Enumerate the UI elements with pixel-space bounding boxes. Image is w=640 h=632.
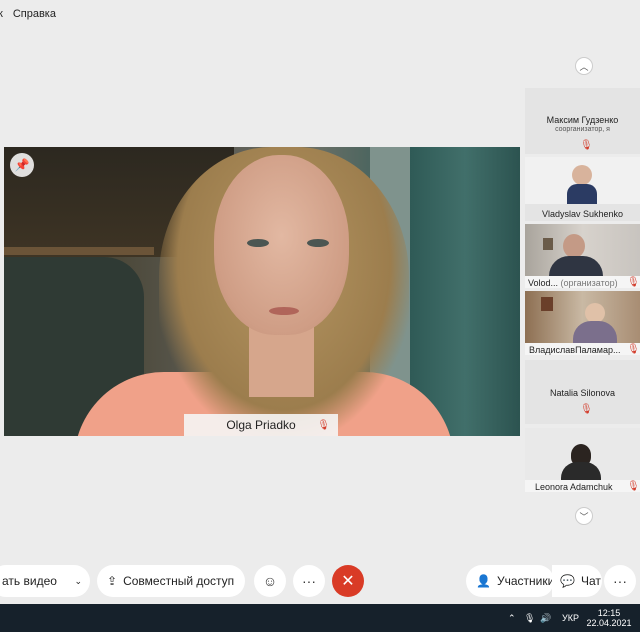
main-video-name-tag: Olga Priadko 🎙 bbox=[184, 414, 338, 436]
avatar bbox=[573, 321, 617, 343]
share-button[interactable]: ⇪ Совместный доступ bbox=[97, 565, 245, 597]
video-background bbox=[541, 297, 553, 311]
avatar bbox=[567, 184, 597, 204]
mic-muted-icon: 🎙 bbox=[627, 277, 640, 288]
participant-tile[interactable]: Volod... (организатор) 🎙 bbox=[525, 224, 640, 288]
smile-icon: ☺ bbox=[262, 573, 278, 589]
participant-role: (организатор) bbox=[560, 278, 618, 288]
options-button[interactable]: ··· bbox=[604, 565, 636, 597]
avatar bbox=[549, 256, 603, 278]
menu-item-partial[interactable]: к bbox=[0, 8, 3, 20]
pin-icon[interactable]: 📌 bbox=[10, 153, 34, 177]
language-indicator[interactable]: УКР bbox=[562, 604, 579, 632]
chat-icon: 💬 bbox=[560, 574, 575, 588]
participants-button[interactable]: 👤 Участники bbox=[466, 565, 554, 597]
video-button-label: ать видео bbox=[2, 574, 57, 588]
close-icon: ✕ bbox=[341, 573, 355, 590]
avatar bbox=[561, 462, 601, 480]
avatar bbox=[585, 303, 605, 323]
share-button-label: Совместный доступ bbox=[123, 574, 235, 588]
chevron-up-icon[interactable]: ⌃ bbox=[508, 604, 516, 632]
clock-date: 22.04.2021 bbox=[586, 618, 632, 628]
main-video-name: Olga Priadko bbox=[226, 418, 296, 432]
chat-button[interactable]: 💬 Чат bbox=[552, 565, 602, 597]
clock-time: 12:15 bbox=[597, 608, 621, 618]
participant-tile[interactable]: Vladyslav Sukhenko bbox=[525, 157, 640, 221]
video-background bbox=[543, 238, 553, 250]
video-button[interactable]: ать видео ⌄ bbox=[0, 565, 90, 597]
more-button[interactable]: ··· bbox=[293, 565, 325, 597]
hangup-button[interactable]: ✕ bbox=[332, 565, 364, 597]
scroll-up-icon[interactable]: ︿ bbox=[575, 57, 593, 75]
participant-tile[interactable]: Максим Гудзенко соорганизатор, я 🎙 bbox=[525, 88, 640, 154]
participant-name: Leonora Adamchuk bbox=[535, 482, 613, 492]
video-background bbox=[410, 147, 520, 436]
menu-item-help[interactable]: Справка bbox=[13, 8, 56, 20]
chevron-down-icon[interactable]: ⌄ bbox=[74, 576, 82, 587]
video-person bbox=[247, 239, 269, 247]
clock[interactable]: 12:15 22.04.2021 bbox=[586, 604, 632, 632]
participant-name-text: Volod... bbox=[528, 278, 559, 288]
participant-name: Volod... (организатор) bbox=[528, 278, 640, 288]
avatar bbox=[572, 165, 592, 185]
video-person bbox=[307, 239, 329, 247]
participant-tile[interactable]: ВладиславПаламар... 🎙 bbox=[525, 291, 640, 355]
reactions-button[interactable]: ☺ bbox=[254, 565, 286, 597]
mic-muted-icon: 🎙 bbox=[627, 344, 640, 355]
people-icon: 👤 bbox=[476, 574, 491, 588]
avatar bbox=[563, 234, 585, 258]
main-video[interactable] bbox=[4, 147, 520, 436]
participant-role: соорганизатор, я bbox=[555, 126, 610, 133]
more-icon: ··· bbox=[613, 573, 627, 589]
participants-button-label: Участники bbox=[496, 574, 555, 588]
participant-tile[interactable]: Natalia Silonova 🎙 bbox=[525, 360, 640, 424]
video-person bbox=[269, 307, 299, 315]
mic-muted-icon: 🎙 bbox=[580, 140, 593, 151]
participant-name: Natalia Silonova bbox=[549, 388, 616, 398]
share-icon: ⇪ bbox=[107, 574, 118, 588]
participant-name: Vladyslav Sukhenko bbox=[541, 209, 624, 219]
participant-tile[interactable]: Leonora Adamchuk 🎙 bbox=[525, 428, 640, 492]
scroll-down-icon[interactable]: ﹀ bbox=[575, 507, 593, 525]
participant-name: ВладиславПаламар... bbox=[529, 345, 621, 355]
more-icon: ··· bbox=[302, 573, 316, 589]
menu-bar: к Справка bbox=[0, 0, 640, 28]
speaker-icon[interactable]: 🔊 bbox=[540, 604, 551, 632]
mic-muted-icon: 🎙 bbox=[317, 419, 330, 431]
video-person bbox=[249, 327, 314, 397]
mic-muted-icon: 🎙 bbox=[627, 481, 640, 492]
participant-name: Максим Гудзенко bbox=[546, 115, 619, 125]
mic-muted-icon: 🎙 bbox=[580, 404, 593, 415]
microphone-icon[interactable]: 🎙 bbox=[524, 604, 535, 632]
video-background bbox=[4, 247, 154, 255]
chat-button-label: Чат bbox=[580, 574, 601, 588]
taskbar: ⌃ 🎙 🔊 УКР 12:15 22.04.2021 bbox=[0, 604, 640, 632]
